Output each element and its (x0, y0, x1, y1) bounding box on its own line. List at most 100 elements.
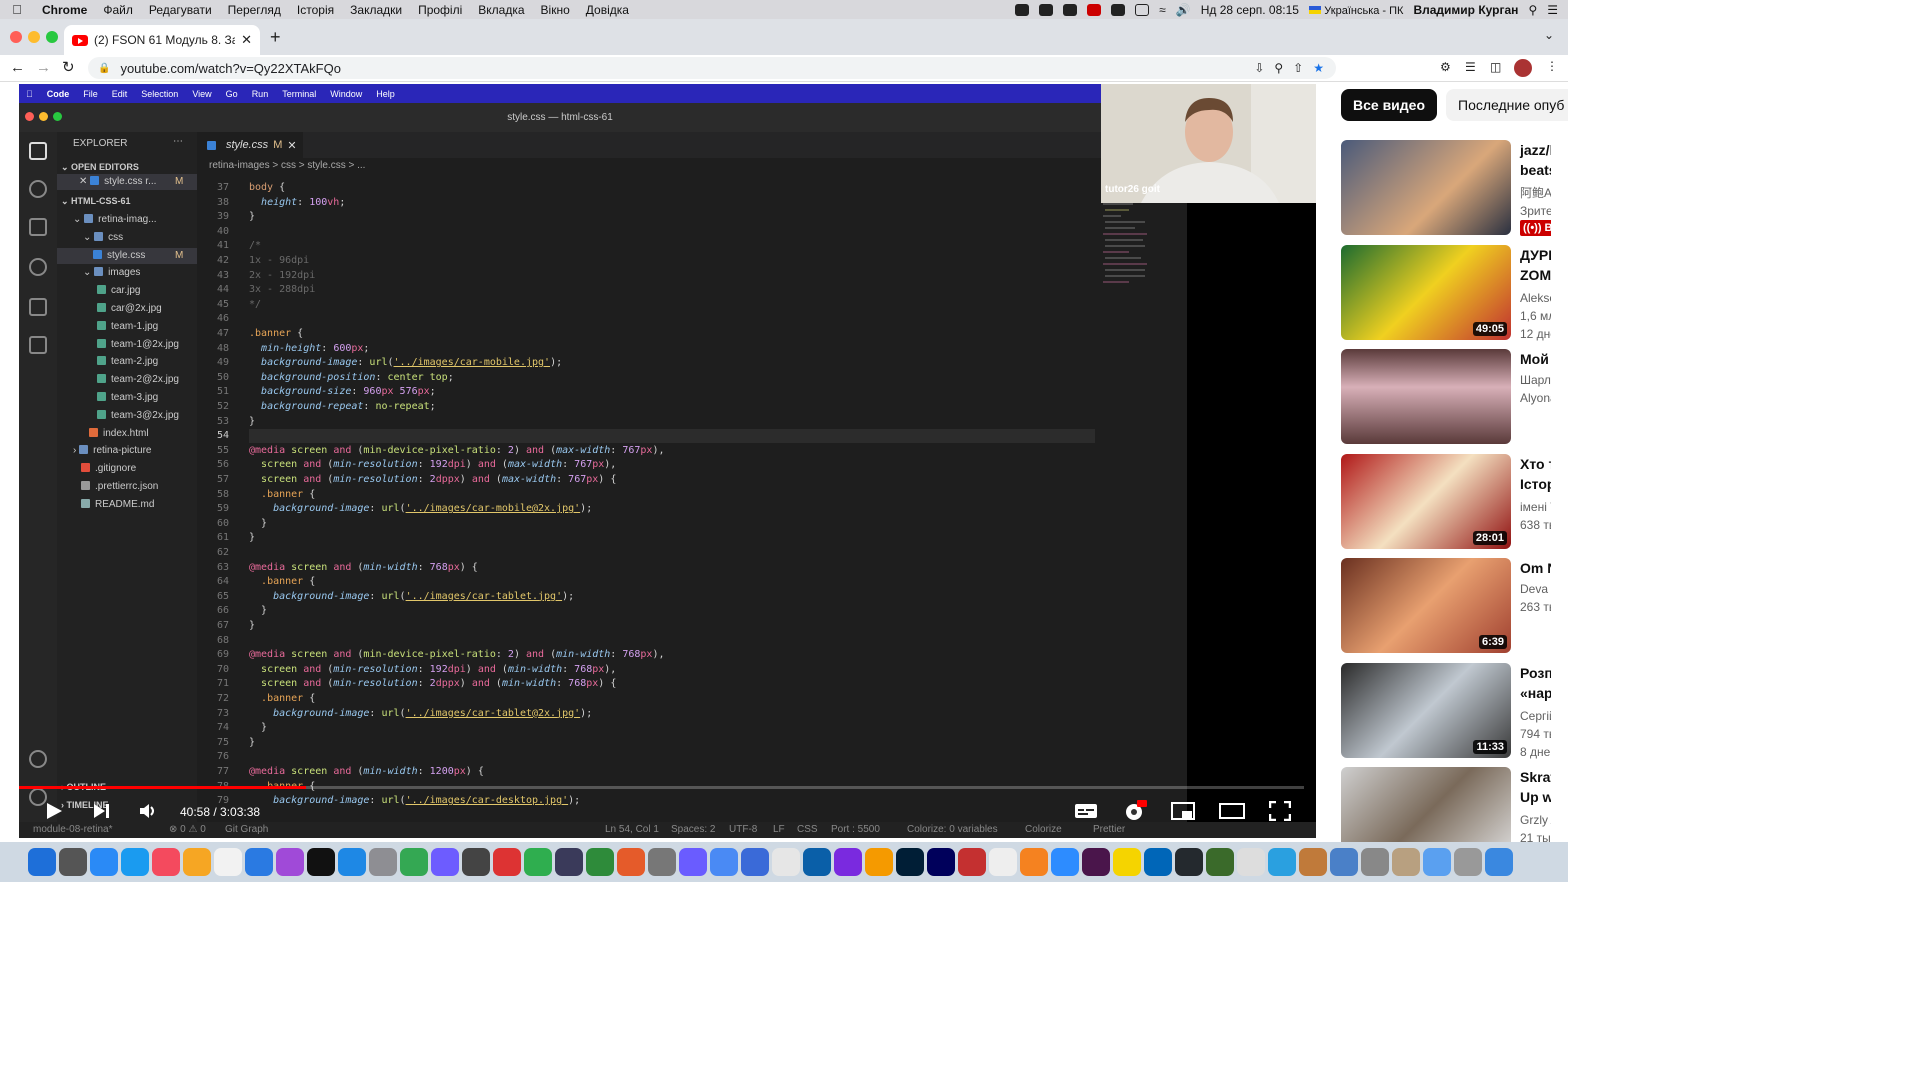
music-icon[interactable] (1175, 848, 1203, 876)
new-tab-button[interactable]: + (270, 27, 281, 48)
video-title[interactable]: ДУРНЄ (1520, 245, 1551, 265)
more-menu-icon[interactable]: ⋮ (1546, 59, 1558, 73)
podcasts-icon[interactable] (245, 848, 273, 876)
browser-tab[interactable]: (2) FSON 61 Модуль 8. Занятт ✕ (64, 25, 260, 55)
photoshop-icon[interactable] (524, 848, 552, 876)
status-app-icon[interactable] (1063, 3, 1078, 16)
video-thumbnail[interactable]: 49:05 (1341, 244, 1511, 340)
keyboard-layout[interactable]: Українська - ПК (1308, 3, 1403, 17)
system-preferences-icon[interactable] (338, 848, 366, 876)
control-center-icon[interactable]: ☰ (1547, 3, 1558, 17)
chrome-icon[interactable] (369, 848, 397, 876)
preview-icon[interactable] (1454, 848, 1482, 876)
subtitles-icon[interactable] (1074, 802, 1098, 820)
downloads-icon[interactable] (989, 848, 1017, 876)
after-effects-icon[interactable] (865, 848, 893, 876)
menu-bookmarks[interactable]: Закладки (342, 3, 410, 17)
video-title[interactable]: Om Nar (1520, 558, 1551, 578)
messages-icon[interactable] (1144, 848, 1172, 876)
back-button[interactable]: ← (10, 59, 25, 76)
image-capture-icon[interactable] (1423, 848, 1451, 876)
menu-edit[interactable]: Редагувати (141, 3, 220, 17)
share-icon[interactable]: ⇧ (1293, 61, 1303, 75)
next-icon[interactable] (93, 802, 111, 820)
video-title[interactable]: jazz/lof (1520, 140, 1551, 160)
app-store-icon[interactable] (1330, 848, 1358, 876)
notes-icon[interactable] (214, 848, 242, 876)
photos-icon[interactable] (1206, 848, 1234, 876)
textedit-icon[interactable] (462, 848, 490, 876)
video-title-line2[interactable]: ZOMBI ( (1520, 265, 1551, 285)
video-title[interactable]: Skratch (1520, 767, 1551, 787)
video-thumbnail[interactable] (1341, 767, 1511, 842)
close-tab-icon[interactable]: ✕ (241, 32, 252, 48)
launchpad-icon[interactable] (1082, 848, 1110, 876)
photos-icon[interactable] (183, 848, 211, 876)
menu-window[interactable]: Вікно (533, 3, 578, 17)
dictionary-icon[interactable] (896, 848, 924, 876)
video-thumbnail[interactable] (1341, 349, 1511, 444)
chip-all-videos[interactable]: Все видео (1341, 89, 1438, 121)
safari-icon[interactable] (1113, 848, 1141, 876)
reading-list-icon[interactable]: ☰ (1465, 60, 1476, 74)
safari-icon[interactable] (90, 848, 118, 876)
menu-tab[interactable]: Вкладка (470, 3, 532, 17)
tab-search-chevron-icon[interactable]: ⌄ (1544, 28, 1554, 42)
calendar-icon[interactable] (772, 848, 800, 876)
play-icon[interactable] (45, 802, 63, 820)
video-title-line2[interactable]: Up with (1520, 787, 1551, 807)
slack-icon[interactable] (803, 848, 831, 876)
menu-file[interactable]: Файл (95, 3, 141, 17)
status-app-icon[interactable] (1015, 3, 1030, 16)
app-store-icon[interactable] (307, 848, 335, 876)
recommendation-item[interactable]: 11:33 Розпов«народ Сергій П 794 тыс. 8 дней … (1341, 662, 1551, 761)
omnibox[interactable]: 🔒 youtube.com/watch?v=Qy22XTAkFQo ⇩ ⚲ ⇧ … (88, 57, 1336, 79)
url-text[interactable]: youtube.com/watch?v=Qy22XTAkFQo (120, 61, 341, 76)
theater-mode-icon[interactable] (1219, 802, 1245, 820)
menu-app[interactable]: Chrome (34, 3, 95, 17)
tv-icon[interactable] (276, 848, 304, 876)
video-thumbnail[interactable]: 11:33 (1341, 662, 1511, 758)
side-panel-icon[interactable]: ◫ (1490, 60, 1501, 74)
recommendation-item[interactable]: 6:39 Om Nar Deva Pre 263 тыс. (1341, 558, 1551, 656)
zoom-icon[interactable]: ⚲ (1274, 61, 1283, 75)
video-title-line2[interactable]: Історія (1520, 474, 1551, 494)
image-capture-icon[interactable] (400, 848, 428, 876)
forward-button[interactable]: → (36, 59, 51, 76)
recommendation-item[interactable]: jazz/lofbeats to 阿鲍Abao Зрителей ((•)) В ЭФ (1341, 140, 1551, 238)
messages-icon[interactable] (121, 848, 149, 876)
bookmark-star-icon[interactable]: ★ (1313, 61, 1336, 75)
video-title[interactable]: Розпов (1520, 663, 1551, 683)
menu-help[interactable]: Довідка (578, 3, 637, 17)
reload-button[interactable]: ↻ (62, 58, 75, 76)
status-app-icon[interactable] (1111, 3, 1126, 16)
system-preferences-icon[interactable] (1361, 848, 1389, 876)
volume-icon[interactable] (139, 803, 157, 819)
recommendation-item[interactable]: SkratchUp with Grzly Ada 21 тыс. (1341, 767, 1551, 842)
recommendation-item[interactable]: Мой дж Шарлот, Alyona и (1341, 349, 1551, 447)
app-icon[interactable] (958, 848, 986, 876)
settings-gear-icon[interactable] (1123, 800, 1147, 822)
video-progress-bar[interactable] (19, 786, 1304, 789)
preview-icon[interactable] (431, 848, 459, 876)
profile-avatar[interactable] (1514, 59, 1532, 77)
video-title-line2[interactable]: beats to (1520, 160, 1551, 180)
video-thumbnail[interactable]: 6:39 (1341, 558, 1511, 653)
sketch-icon[interactable] (586, 848, 614, 876)
maximize-window-button[interactable] (46, 31, 58, 43)
status-app-icon[interactable] (1039, 3, 1054, 16)
wifi-icon[interactable]: ≈ (1159, 3, 1166, 17)
clock[interactable]: Нд 28 серп. 08:15 (1201, 3, 1299, 17)
video-title[interactable]: Мой дж (1520, 349, 1551, 369)
launchpad-icon[interactable] (59, 848, 87, 876)
apple-icon[interactable]:  (0, 2, 34, 17)
menu-view[interactable]: Перегляд (220, 3, 289, 17)
chip-recent[interactable]: Последние опуб (1446, 89, 1568, 121)
notes-icon[interactable] (1237, 848, 1265, 876)
zoom-icon[interactable] (617, 848, 645, 876)
video-player[interactable]:  Code File Edit Selection View Go Run T… (19, 84, 1316, 838)
minimize-window-button[interactable] (28, 31, 40, 43)
install-icon[interactable]: ⇩ (1254, 61, 1264, 75)
telegram-icon[interactable] (710, 848, 738, 876)
search-icon[interactable]: ⚲ (1528, 3, 1537, 17)
